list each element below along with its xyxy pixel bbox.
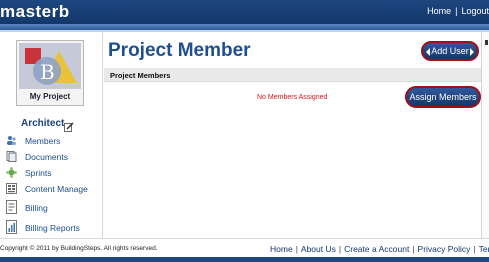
footer-link-create-account[interactable]: Create a Account	[344, 244, 409, 254]
home-link[interactable]: Home	[427, 6, 451, 16]
footer-link-terms[interactable]: Term	[479, 244, 489, 254]
sidebar-item-label: Content Manage	[25, 184, 88, 194]
sidebar-item-label: Billing	[25, 203, 48, 213]
page-title: Project Member	[108, 40, 251, 61]
content-manage-icon	[6, 183, 17, 194]
sidebar-item-label: Documents	[25, 152, 68, 162]
project-logo-icon: B	[19, 43, 81, 89]
panel-header-label: Project Members	[110, 71, 171, 80]
top-links: Home | Logout	[427, 6, 489, 16]
link-separator: |	[473, 244, 476, 254]
members-icon	[6, 135, 17, 146]
billing-icon	[6, 200, 18, 214]
sidebar-item-label: Members	[25, 136, 61, 146]
link-separator: |	[412, 244, 415, 254]
brand-logo: masterb	[0, 2, 70, 21]
logout-link[interactable]: Logout	[461, 6, 489, 16]
svg-text:B: B	[40, 60, 55, 84]
footer-link-privacy[interactable]: Privacy Policy	[418, 244, 471, 254]
edit-icon[interactable]	[64, 119, 74, 132]
footer-links: Home | About Us | Create a Account | Privacy P…	[270, 244, 489, 254]
assign-members-label: Assign Members	[409, 92, 477, 102]
billing-reports-icon	[6, 220, 18, 234]
footer-link-home[interactable]: Home	[270, 244, 293, 254]
footer-link-about[interactable]: About Us	[301, 244, 336, 254]
link-separator: |	[455, 6, 458, 16]
sidebar-item-label: Billing Reports	[25, 223, 80, 233]
sidebar-item-label: Sprints	[25, 168, 52, 178]
sidebar: B My Project Architect Members Documents	[0, 32, 100, 240]
top-bar: masterb Home | Logout	[0, 0, 489, 24]
link-separator: |	[295, 244, 298, 254]
copyright-text: Copyright © 2011 by BuildingSteps. All r…	[0, 245, 158, 252]
link-separator: |	[338, 244, 342, 254]
project-name: My Project	[29, 92, 71, 101]
members-panel-header: Project Members	[104, 68, 481, 82]
sprints-icon	[6, 167, 17, 178]
add-user-label: Add User	[431, 46, 469, 56]
right-panel-edge	[481, 32, 489, 238]
assign-members-button[interactable]: Assign Members	[405, 86, 481, 108]
empty-message: No Members Assigned	[257, 94, 328, 101]
arrow-left-icon	[426, 48, 430, 56]
documents-icon	[6, 151, 17, 162]
footer-divider	[0, 238, 489, 239]
add-user-button[interactable]: Add User	[421, 41, 479, 61]
arrow-right-icon	[470, 48, 474, 56]
footer-bar	[0, 257, 489, 262]
project-card[interactable]: B My Project	[16, 40, 84, 106]
main-content: Project Member Add User Project Members …	[102, 32, 481, 238]
panel-marker	[485, 40, 488, 45]
role-heading: Architect	[21, 118, 65, 129]
